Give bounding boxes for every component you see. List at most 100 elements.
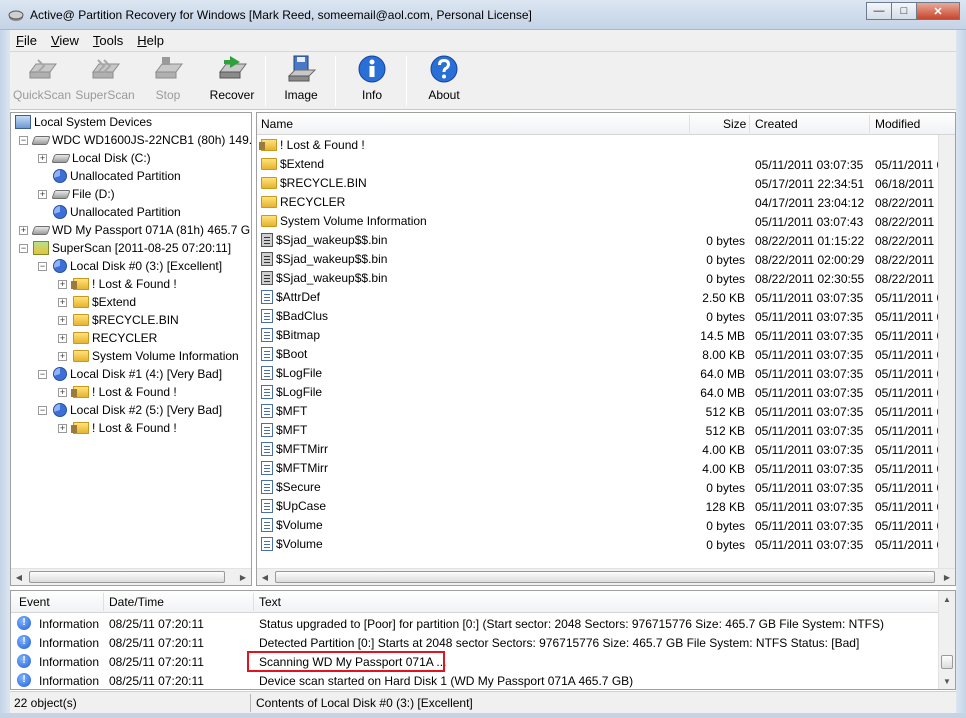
title-bar[interactable]: Active@ Partition Recovery for Windows [… (0, 0, 966, 30)
file-row[interactable]: $Sjad_wakeup$$.bin 0 bytes 08/22/2011 02:0… (257, 250, 955, 269)
tree-horizontal-scrollbar[interactable]: ◀ ▶ (11, 568, 251, 585)
image-button[interactable]: Image (278, 54, 324, 108)
scroll-left-icon[interactable]: ◀ (11, 569, 27, 585)
column-datetime[interactable]: Date/Time (109, 595, 164, 609)
file-row[interactable]: $UpCase 128 KB 05/11/2011 03:07:35 05/11/20… (257, 497, 955, 516)
tree-expander[interactable]: − (38, 406, 47, 415)
tree-expander[interactable]: + (58, 316, 67, 325)
column-created[interactable]: Created (755, 117, 798, 131)
minimize-button[interactable]: — (866, 2, 892, 20)
file-list-horizontal-scrollbar[interactable]: ◀ ▶ (257, 568, 955, 585)
tree-superscan[interactable]: SuperScan [2011-08-25 07:20:11] (33, 239, 231, 257)
file-row[interactable]: $Bitmap 14.5 MB 05/11/2011 03:07:35 05/11/2… (257, 326, 955, 345)
file-list-pane[interactable]: Name Size Created Modified ! Lost & Foun… (256, 112, 956, 586)
menu-tools[interactable]: Tools (93, 33, 123, 48)
tree-hdd0[interactable]: WDC WD1600JS-22NCB1 (80h) 149.1 (31, 131, 251, 149)
tree-hdd0-unallocated[interactable]: Unallocated Partition (53, 167, 181, 185)
tree-disk2[interactable]: Local Disk #2 (5:) [Very Bad] (53, 401, 222, 419)
log-row[interactable]: ! Information 08/25/11 07:20:11 Scanning WD… (11, 652, 939, 671)
tree-expander[interactable]: + (38, 190, 47, 199)
file-row[interactable]: $MFT 512 KB 05/11/2011 03:07:35 05/11/2011 … (257, 402, 955, 421)
tree-folder-lost-found[interactable]: ! Lost & Found ! (71, 275, 177, 293)
log-row[interactable]: ! Information 08/25/11 07:20:11 Device scan… (11, 671, 939, 689)
file-name: $LogFile (276, 385, 323, 399)
superscan-button[interactable]: SuperScan (75, 54, 135, 108)
scrollbar-thumb[interactable] (941, 655, 953, 669)
tree-disk1[interactable]: Local Disk #1 (4:) [Very Bad] (53, 365, 222, 383)
info-button[interactable]: Info (350, 54, 394, 108)
tree-expander[interactable]: + (58, 352, 67, 361)
tree-folder-lost-found[interactable]: ! Lost & Found ! (71, 383, 177, 401)
tree-folder-recycler[interactable]: RECYCLER (73, 329, 157, 347)
file-row[interactable]: System Volume Information 05/11/2011 03:0… (257, 212, 955, 231)
column-text[interactable]: Text (259, 595, 281, 609)
file-row[interactable]: $AttrDef 2.50 KB 05/11/2011 03:07:35 05/11/… (257, 288, 955, 307)
file-row[interactable]: $Volume 0 bytes 05/11/2011 03:07:35 05/11/2… (257, 535, 955, 554)
quickscan-button[interactable]: QuickScan (13, 54, 71, 108)
file-row[interactable]: $RECYCLE.BIN 05/17/2011 22:34:51 06/18/201… (257, 174, 955, 193)
about-button[interactable]: About (420, 54, 468, 108)
tree-folder-recycle-bin[interactable]: $RECYCLE.BIN (73, 311, 179, 329)
column-modified[interactable]: Modified (875, 117, 920, 131)
log-row[interactable]: ! Information 08/25/11 07:20:11 Status upgr… (11, 614, 939, 633)
file-row[interactable]: $MFT 512 KB 05/11/2011 03:07:35 05/11/2011 … (257, 421, 955, 440)
column-size[interactable]: Size (723, 117, 746, 131)
scrollbar-thumb[interactable] (275, 571, 935, 583)
file-row[interactable]: $Sjad_wakeup$$.bin 0 bytes 08/22/2011 01:1… (257, 231, 955, 250)
log-row[interactable]: ! Information 08/25/11 07:20:11 Detected Pa… (11, 633, 939, 652)
log-text: Device scan started on Hard Disk 1 (WD M… (259, 674, 634, 688)
file-row[interactable]: $Volume 0 bytes 05/11/2011 03:07:35 05/11/2… (257, 516, 955, 535)
scroll-up-icon[interactable]: ▲ (939, 591, 955, 607)
file-list-vertical-scrollbar[interactable] (938, 135, 955, 568)
tree-root[interactable]: Local System Devices (15, 113, 152, 131)
file-row[interactable]: $LogFile 64.0 MB 05/11/2011 03:07:35 05/11/… (257, 383, 955, 402)
tree-expander[interactable]: − (19, 136, 28, 145)
column-event[interactable]: Event (19, 595, 50, 609)
file-row[interactable]: $BadClus 0 bytes 05/11/2011 03:07:35 05/11/… (257, 307, 955, 326)
menu-help[interactable]: Help (137, 33, 164, 48)
file-row[interactable]: $Secure 0 bytes 05/11/2011 03:07:35 05/11/2… (257, 478, 955, 497)
maximize-button[interactable]: □ (891, 2, 917, 20)
tree-hdd0-unallocated[interactable]: Unallocated Partition (53, 203, 181, 221)
tree-disk0[interactable]: Local Disk #0 (3:) [Excellent] (53, 257, 222, 275)
close-button[interactable]: ✕ (916, 2, 960, 20)
stop-button[interactable]: Stop (144, 54, 192, 108)
scroll-down-icon[interactable]: ▼ (939, 673, 955, 689)
tree-folder-system-volume-information[interactable]: System Volume Information (73, 347, 239, 365)
tree-hdd1[interactable]: WD My Passport 071A (81h) 465.7 GB (31, 221, 251, 239)
tree-expander[interactable]: − (38, 370, 47, 379)
file-row[interactable]: ! Lost & Found ! (257, 136, 941, 155)
file-row[interactable]: RECYCLER 04/17/2011 23:04:12 08/22/2011 20… (257, 193, 955, 212)
file-row[interactable]: $LogFile 64.0 MB 05/11/2011 03:07:35 05/11/… (257, 364, 955, 383)
tree-expander[interactable]: − (38, 262, 47, 271)
event-log-pane[interactable]: Event Date/Time Text ! Information 08/25/1… (10, 590, 956, 690)
tree-expander[interactable]: + (58, 424, 67, 433)
tree-expander[interactable]: − (19, 244, 28, 253)
file-row[interactable]: $Boot 8.00 KB 05/11/2011 03:07:35 05/11/201… (257, 345, 955, 364)
tree-folder-lost-found[interactable]: ! Lost & Found ! (71, 419, 177, 437)
tree-expander[interactable]: + (58, 280, 67, 289)
tree-expander[interactable]: + (19, 226, 28, 235)
file-row[interactable]: $MFTMirr 4.00 KB 05/11/2011 03:07:35 05/11/… (257, 440, 955, 459)
scrollbar-thumb[interactable] (29, 571, 225, 583)
menu-view[interactable]: View (51, 33, 79, 48)
tree-folder-extend[interactable]: $Extend (73, 293, 136, 311)
scroll-right-icon[interactable]: ▶ (939, 569, 955, 585)
device-tree-pane[interactable]: Local System Devices − WDC WD1600JS-22NC… (10, 112, 252, 586)
tree-expander[interactable]: + (58, 298, 67, 307)
log-vertical-scrollbar[interactable]: ▲ ▼ (938, 591, 955, 689)
recover-button[interactable]: Recover (206, 54, 258, 108)
scroll-right-icon[interactable]: ▶ (235, 569, 251, 585)
tree-expander[interactable]: + (38, 154, 47, 163)
tree-expander[interactable]: + (58, 388, 67, 397)
menu-file[interactable]: File (16, 33, 37, 48)
file-name: $Volume (276, 537, 323, 551)
file-row[interactable]: $Sjad_wakeup$$.bin 0 bytes 08/22/2011 02:3… (257, 269, 955, 288)
file-row[interactable]: $Extend 05/11/2011 03:07:35 05/11/2011 03:… (257, 155, 955, 174)
file-row[interactable]: $MFTMirr 4.00 KB 05/11/2011 03:07:35 05/11/… (257, 459, 955, 478)
tree-hdd0-c[interactable]: Local Disk (C:) (51, 149, 151, 167)
tree-expander[interactable]: + (58, 334, 67, 343)
tree-hdd0-d[interactable]: File (D:) (51, 185, 115, 203)
column-name[interactable]: Name (261, 117, 293, 131)
scroll-left-icon[interactable]: ◀ (257, 569, 273, 585)
